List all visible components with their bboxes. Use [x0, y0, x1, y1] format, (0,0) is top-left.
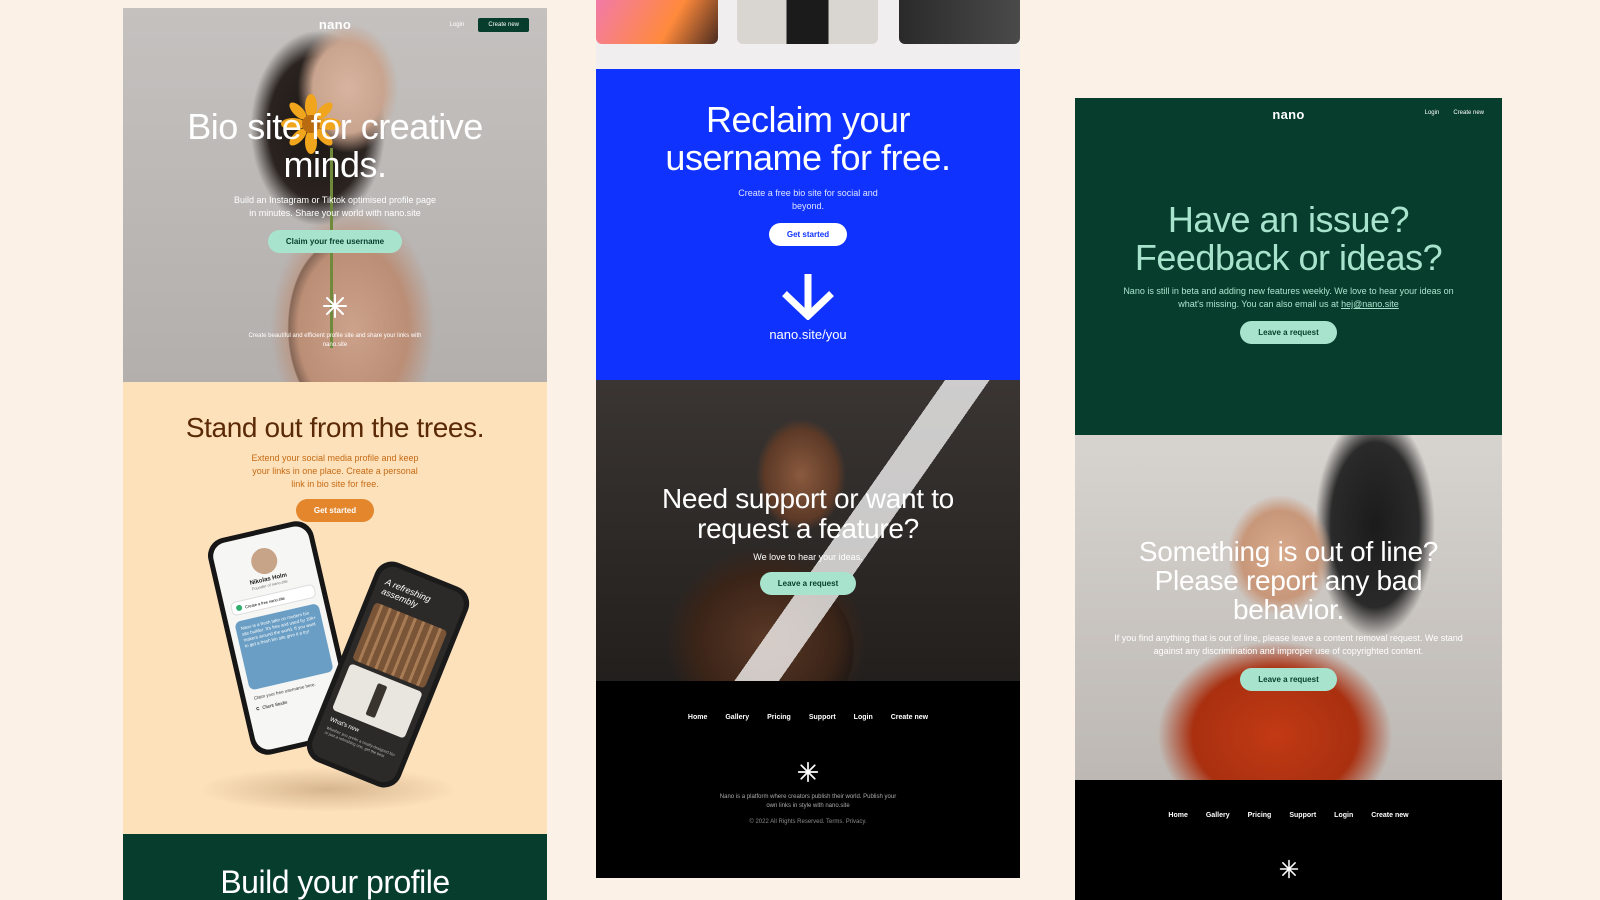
feedback-title: Have an issue? Feedback or ideas?	[1134, 199, 1443, 278]
footer-link-login[interactable]: Login	[854, 714, 873, 721]
support-subtitle: We love to hear your ideas.	[753, 552, 863, 562]
report-title: Something is out of line? Please report …	[1138, 536, 1439, 625]
gallery-thumb-1[interactable]	[596, 0, 718, 44]
username-url: nano.site/you	[769, 327, 847, 342]
nano-logo[interactable]: nano	[1272, 107, 1304, 122]
footer-nav: Home Gallery Pricing Support Login Creat…	[1075, 812, 1502, 819]
snowflake-icon	[1279, 859, 1298, 879]
report-section: Something is out of line? Please report …	[1075, 435, 1502, 780]
footer-link-home[interactable]: Home	[688, 714, 707, 721]
footer: Home Gallery Pricing Support Login Creat…	[596, 681, 1020, 878]
avatar	[248, 545, 280, 577]
support-title: Need support or want to request a featur…	[662, 483, 954, 544]
gallery-strip	[596, 0, 1020, 69]
hero-title: Bio site for creative minds.	[187, 106, 483, 185]
arrow-down-icon	[782, 274, 834, 320]
feedback-body: Nano is still in beta and adding new fea…	[1123, 286, 1454, 309]
create-new-button[interactable]: Create new	[478, 18, 529, 32]
leave-request-button[interactable]: Leave a request	[759, 572, 857, 595]
top-nav: nano Login Create new	[1075, 98, 1502, 132]
footer-link-gallery[interactable]: Gallery	[1206, 812, 1230, 819]
gallery-thumb-2[interactable]	[737, 0, 878, 44]
footer-nav: Home Gallery Pricing Support Login Creat…	[596, 714, 1020, 721]
get-started-button[interactable]: Get started	[768, 223, 848, 246]
leave-request-button[interactable]: Leave a request	[1240, 321, 1337, 344]
page-preview-middle: Reclaim your username for free. Create a…	[596, 0, 1020, 878]
trees-section: Stand out from the trees. Extend your so…	[123, 382, 547, 834]
leave-request-button[interactable]: Leave a request	[1240, 668, 1337, 691]
footer-about: Nano is a platform where creators publis…	[719, 794, 897, 809]
snowflake-icon	[797, 761, 819, 783]
trees-title: Stand out from the trees.	[185, 412, 485, 443]
footer-link-pricing[interactable]: Pricing	[767, 714, 791, 721]
feedback-section: nano Login Create new Have an issue? Fee…	[1075, 98, 1502, 435]
hero-section: nano Login Create new Bio site for creat…	[123, 8, 547, 382]
build-profile-title: Build your profile	[220, 864, 450, 900]
page-preview-right: nano Login Create new Have an issue? Fee…	[1075, 98, 1502, 900]
footer-link-support[interactable]: Support	[1289, 812, 1316, 819]
claim-username-button[interactable]: Claim your free username	[267, 230, 403, 253]
footer-link-pricing[interactable]: Pricing	[1248, 812, 1272, 819]
login-link[interactable]: Login	[1425, 110, 1440, 116]
nano-logo[interactable]: nano	[319, 17, 351, 32]
footer-link-support[interactable]: Support	[809, 714, 836, 721]
reclaim-title: Reclaim your username for free.	[665, 99, 951, 178]
bio-card: Nano is a fresh take on modern bio site …	[234, 602, 334, 691]
create-new-link[interactable]: Create new	[1453, 110, 1484, 116]
footer: Home Gallery Pricing Support Login Creat…	[1075, 780, 1502, 900]
reclaim-section: Reclaim your username for free. Create a…	[596, 69, 1020, 380]
footer-link-home[interactable]: Home	[1168, 812, 1187, 819]
support-section: Need support or want to request a featur…	[596, 380, 1020, 681]
login-link[interactable]: Login	[450, 22, 465, 28]
footer-link-create-new[interactable]: Create new	[891, 714, 928, 721]
top-nav: nano Login Create new	[123, 8, 547, 42]
hero-caption: Create beautiful and efficient profile s…	[248, 333, 422, 348]
footer-link-create-new[interactable]: Create new	[1371, 812, 1408, 819]
footer-legal: © 2022 All Rights Reserved. Terms. Priva…	[749, 819, 867, 825]
trees-subtitle: Extend your social media profile and kee…	[251, 453, 419, 489]
footer-link-login[interactable]: Login	[1334, 812, 1353, 819]
page-preview-left: nano Login Create new Bio site for creat…	[123, 8, 547, 900]
report-body: If you find anything that is out of line…	[1114, 633, 1463, 656]
build-profile-section: Build your profile	[123, 834, 547, 900]
email-link[interactable]: hej@nano.site	[1341, 299, 1399, 309]
footer-link-gallery[interactable]: Gallery	[725, 714, 749, 721]
hero-subtitle: Build an Instagram or Tiktok optimised p…	[233, 195, 437, 218]
gallery-thumb-3[interactable]	[899, 0, 1020, 44]
plus-icon	[235, 604, 243, 612]
snowflake-icon	[323, 294, 347, 318]
reclaim-subtitle: Create a free bio site for social and be…	[738, 188, 878, 211]
get-started-button[interactable]: Get started	[295, 499, 375, 522]
